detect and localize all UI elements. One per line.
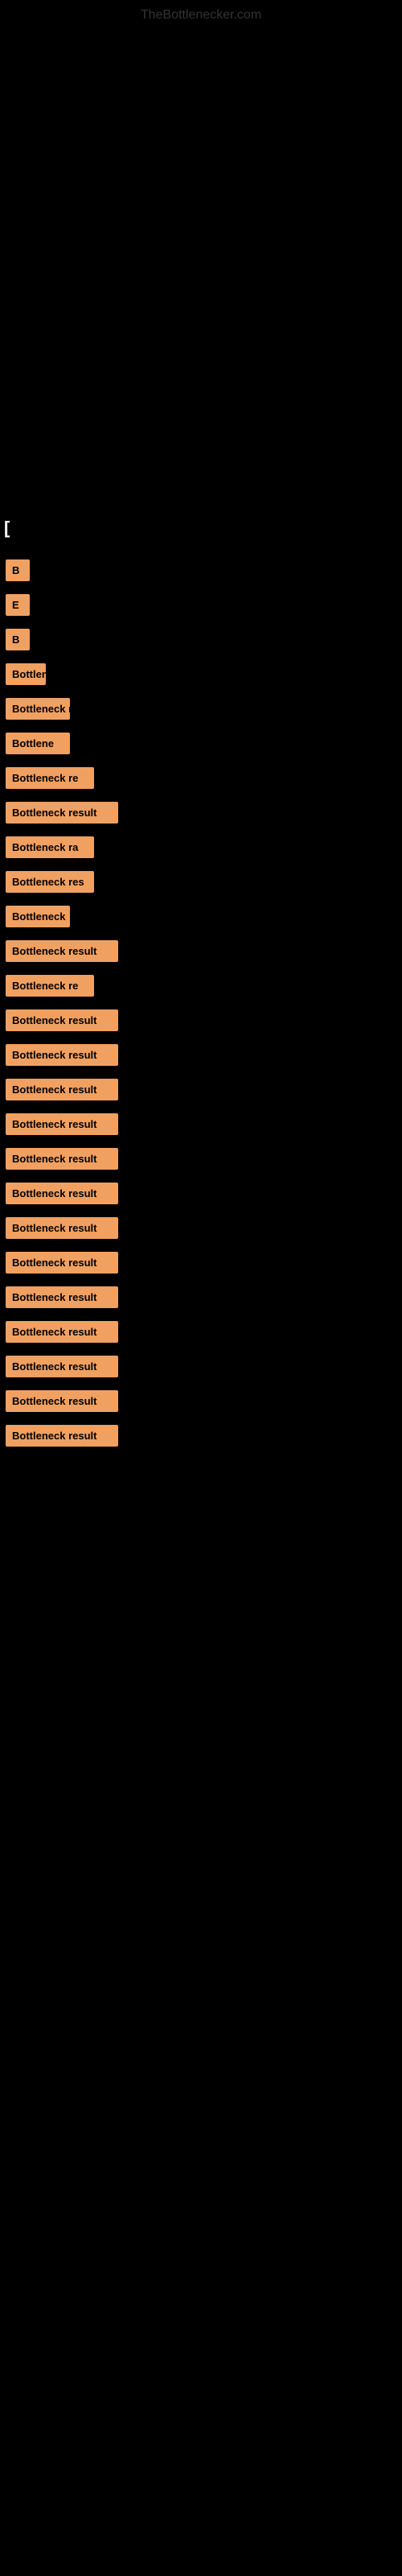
bottleneck-row: Bottleneck res [4,866,398,898]
bottleneck-badge[interactable]: Bottleneck result [6,1113,118,1135]
bottleneck-row: Bottleneck result [4,1247,398,1278]
bottleneck-row: Bottleneck [4,901,398,932]
bottleneck-badge[interactable]: Bottleneck [6,906,70,927]
rows-container: BEB Bottlen Bottleneck r Bottlene Bottleneck… [0,547,402,1463]
bottleneck-row: E [4,589,398,621]
bottleneck-badge[interactable]: B [6,629,30,650]
bottleneck-badge[interactable]: Bottleneck ra [6,836,94,858]
section-label: [ [0,510,402,547]
bottleneck-badge[interactable]: Bottlene [6,733,70,754]
bottleneck-row: Bottleneck result [4,1143,398,1174]
bottleneck-badge[interactable]: Bottleneck result [6,1425,118,1447]
bottleneck-row: Bottleneck result [4,1282,398,1313]
bottleneck-row: Bottleneck result [4,935,398,967]
bottleneck-row: Bottleneck re [4,970,398,1001]
bottleneck-badge[interactable]: Bottleneck r [6,698,70,720]
bottleneck-row: Bottleneck result [4,1385,398,1417]
site-title: TheBottlenecker.com [0,0,402,27]
bottleneck-badge[interactable]: Bottleneck result [6,1252,118,1274]
bottleneck-row: Bottlen [4,658,398,690]
bottleneck-badge[interactable]: Bottleneck res [6,871,94,893]
bottleneck-row: Bottleneck result [4,1351,398,1382]
bottleneck-badge[interactable]: Bottleneck result [6,1321,118,1343]
bottleneck-badge[interactable]: Bottlen [6,663,46,685]
chart-area [0,27,402,510]
bottleneck-row: Bottleneck result [4,1316,398,1348]
bottleneck-badge[interactable]: Bottleneck result [6,1356,118,1377]
bottleneck-row: Bottleneck result [4,1074,398,1105]
bottleneck-row: Bottleneck result [4,1108,398,1140]
bottleneck-row: B [4,624,398,655]
bottleneck-badge[interactable]: Bottleneck result [6,1079,118,1100]
bottleneck-badge[interactable]: Bottleneck result [6,1286,118,1308]
bottleneck-row: Bottleneck ra [4,832,398,863]
bottleneck-badge[interactable]: Bottleneck re [6,975,94,997]
bottleneck-row: Bottleneck re [4,762,398,794]
bottleneck-badge[interactable]: Bottleneck result [6,1009,118,1031]
bottleneck-row: Bottlene [4,728,398,759]
bottleneck-badge[interactable]: Bottleneck result [6,940,118,962]
bottleneck-badge[interactable]: Bottleneck result [6,1148,118,1170]
bottleneck-row: Bottleneck result [4,1178,398,1209]
bottleneck-badge[interactable]: Bottleneck result [6,1183,118,1204]
bottleneck-row: B [4,555,398,586]
bottleneck-row: Bottleneck result [4,1005,398,1036]
bottleneck-row: Bottleneck result [4,1212,398,1244]
bottleneck-row: Bottleneck result [4,1420,398,1451]
bottleneck-row: Bottleneck r [4,693,398,724]
bottleneck-row: Bottleneck result [4,797,398,828]
bottleneck-badge[interactable]: Bottleneck re [6,767,94,789]
bottleneck-badge[interactable]: E [6,594,30,616]
bottleneck-badge[interactable]: Bottleneck result [6,1217,118,1239]
bottleneck-row: Bottleneck result [4,1039,398,1071]
bottleneck-badge[interactable]: B [6,559,30,581]
bottleneck-badge[interactable]: Bottleneck result [6,802,118,824]
bottleneck-badge[interactable]: Bottleneck result [6,1044,118,1066]
bottleneck-badge[interactable]: Bottleneck result [6,1390,118,1412]
